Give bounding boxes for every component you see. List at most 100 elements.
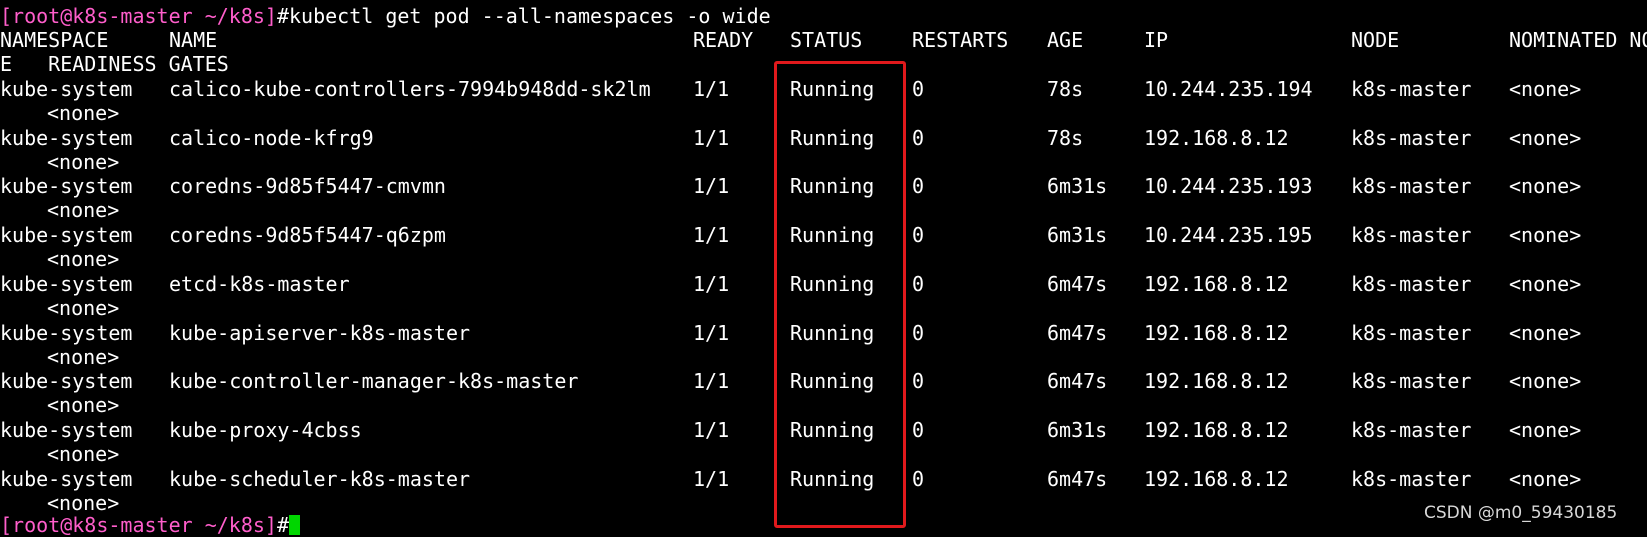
cell-name: calico-node-kfrg9 [169,126,374,150]
cursor-block [289,515,301,535]
cell-namespace: kube-system [0,223,133,247]
command-text: kubectl get pod --all-namespaces -o wide [289,4,771,28]
prompt-hash: # [276,4,290,28]
status-highlight-box [774,61,906,528]
header-ip: IP [1144,28,1169,52]
cell-name: coredns-9d85f5447-cmvmn [169,174,446,198]
prompt-line-final[interactable]: [root@k8s-master ~/k8s]# [0,513,301,537]
cell-readiness-gates: <none> [47,101,120,125]
prompt-open-bracket: [ [0,4,13,28]
prompt-user-host: root@k8s-master [12,4,193,28]
cell-age: 6m31s [1047,223,1108,247]
cell-readiness-gates: <none> [47,442,120,466]
cell-nominated: <none> [1509,321,1582,345]
cell-age: 6m47s [1047,272,1108,296]
cell-readiness-gates: <none> [47,150,120,174]
header-name: NAME [169,28,218,52]
cell-ip: 10.244.235.195 [1144,223,1313,247]
cell-name: kube-controller-manager-k8s-master [169,369,579,393]
prompt-line: [root@k8s-master ~/k8s]#kubectl get pod … [0,4,771,28]
cell-restarts: 0 [912,126,925,150]
cell-readiness-gates: <none> [47,345,120,369]
prompt-user-host: root@k8s-master [12,513,193,537]
cell-age: 6m47s [1047,467,1108,491]
cell-nominated: <none> [1509,126,1582,150]
cell-namespace: kube-system [0,369,133,393]
cell-nominated: <none> [1509,174,1582,198]
header-age: AGE [1047,28,1084,52]
header-nominated: NOMINATED NO [1509,28,1647,52]
cell-age: 6m31s [1047,174,1108,198]
cell-restarts: 0 [912,418,925,442]
cell-readiness-gates: <none> [47,491,120,515]
cell-ip: 10.244.235.194 [1144,77,1313,101]
cell-restarts: 0 [912,272,925,296]
cell-readiness-gates: <none> [47,198,120,222]
cell-nominated: <none> [1509,418,1582,442]
header-node: NODE [1351,28,1400,52]
cell-nominated: <none> [1509,467,1582,491]
cell-restarts: 0 [912,321,925,345]
cell-nominated: <none> [1509,369,1582,393]
header-restarts: RESTARTS [912,28,1009,52]
cell-namespace: kube-system [0,77,133,101]
cell-ip: 192.168.8.12 [1144,126,1289,150]
cell-ready: 1/1 [693,418,730,442]
cell-ready: 1/1 [693,369,730,393]
cell-node: k8s-master [1351,467,1472,491]
cell-node: k8s-master [1351,174,1472,198]
cell-node: k8s-master [1351,126,1472,150]
watermark: CSDN @m0_59430185 [1424,503,1618,523]
cell-age: 6m47s [1047,369,1108,393]
cell-age: 78s [1047,126,1084,150]
cell-nominated: <none> [1509,272,1582,296]
cell-ip: 192.168.8.12 [1144,321,1289,345]
cell-ready: 1/1 [693,126,730,150]
cell-ready: 1/1 [693,467,730,491]
cell-ip: 192.168.8.12 [1144,418,1289,442]
cell-ip: 192.168.8.12 [1144,467,1289,491]
cell-age: 78s [1047,77,1084,101]
cell-name: coredns-9d85f5447-q6zpm [169,223,446,247]
cell-ready: 1/1 [693,272,730,296]
cell-node: k8s-master [1351,418,1472,442]
cell-name: kube-scheduler-k8s-master [169,467,471,491]
cell-node: k8s-master [1351,272,1472,296]
cell-node: k8s-master [1351,223,1472,247]
cell-namespace: kube-system [0,126,133,150]
cell-ready: 1/1 [693,321,730,345]
cell-ready: 1/1 [693,77,730,101]
cell-ip: 192.168.8.12 [1144,369,1289,393]
prompt-hash: # [276,513,290,537]
prompt-path: ~/k8s [192,4,265,28]
prompt-open-bracket: [ [0,513,13,537]
cell-ip: 10.244.235.193 [1144,174,1313,198]
header-readiness-gates: E READINESS GATES [0,52,229,76]
terminal-window[interactable]: [root@k8s-master ~/k8s]#kubectl get pod … [0,0,1647,537]
cell-node: k8s-master [1351,369,1472,393]
header-ready: READY [693,28,754,52]
cell-restarts: 0 [912,174,925,198]
cell-namespace: kube-system [0,418,133,442]
cell-ip: 192.168.8.12 [1144,272,1289,296]
prompt-path: ~/k8s [192,513,265,537]
cell-name: calico-kube-controllers-7994b948dd-sk2lm [169,77,651,101]
cell-ready: 1/1 [693,223,730,247]
cell-age: 6m47s [1047,321,1108,345]
prompt-close-bracket: ] [264,513,277,537]
cell-nominated: <none> [1509,77,1582,101]
header-namespace: NAMESPACE [0,28,109,52]
cell-restarts: 0 [912,223,925,247]
header-status: STATUS [790,28,863,52]
cell-namespace: kube-system [0,467,133,491]
cell-namespace: kube-system [0,321,133,345]
cell-readiness-gates: <none> [47,296,120,320]
cell-restarts: 0 [912,467,925,491]
cell-node: k8s-master [1351,77,1472,101]
cell-name: kube-apiserver-k8s-master [169,321,471,345]
cell-restarts: 0 [912,77,925,101]
cell-ready: 1/1 [693,174,730,198]
cell-namespace: kube-system [0,174,133,198]
cell-name: etcd-k8s-master [169,272,350,296]
cell-restarts: 0 [912,369,925,393]
